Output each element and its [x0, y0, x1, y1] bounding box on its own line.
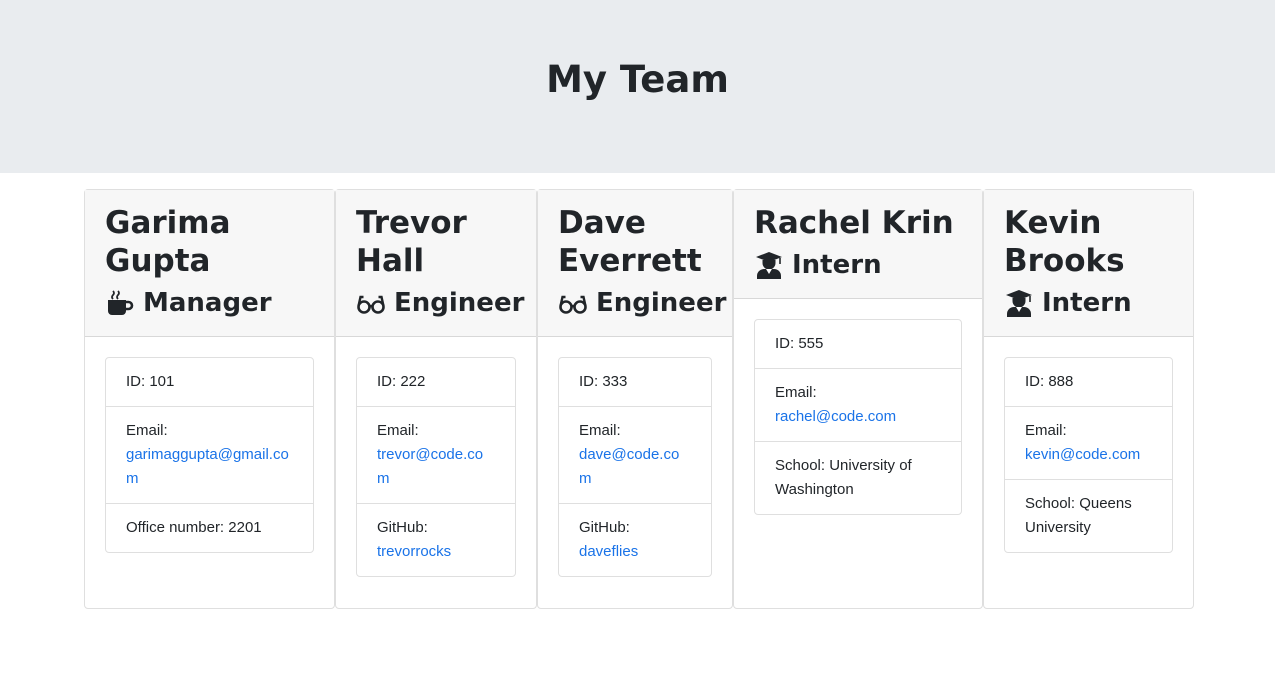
- employee-name: Rachel Krin: [754, 205, 954, 241]
- employee-name: Garima Gupta: [105, 205, 231, 279]
- employee-office-number: Office number: 2201: [126, 519, 262, 536]
- employee-github-row: GitHub: daveflies: [559, 504, 711, 576]
- email-link[interactable]: trevor@code.com: [377, 446, 483, 487]
- employee-school: School: University of Washington: [775, 457, 912, 498]
- employee-role-label: Engineer: [394, 288, 525, 318]
- employee-id: ID: 555: [755, 320, 961, 369]
- employee-details: ID: 222 Email: trevor@code.com GitHub: t…: [356, 357, 516, 577]
- employee-email-row: Email: dave@code.com: [559, 407, 711, 504]
- employee-id: ID: 333: [559, 358, 711, 407]
- card-body: ID: 888 Email: kevin@code.com School: Qu…: [984, 337, 1193, 608]
- employee-email-row: Email: garimaggupta@gmail.com: [106, 407, 313, 504]
- glasses-icon: [558, 288, 588, 318]
- graduate-icon: [754, 250, 784, 280]
- email-link[interactable]: garimaggupta@gmail.com: [126, 446, 289, 487]
- glasses-icon: [356, 288, 386, 318]
- employee-role: Intern: [1004, 286, 1173, 320]
- employee-role-label: Intern: [792, 250, 882, 280]
- employee-role: Engineer: [356, 286, 524, 320]
- employee-role: Engineer: [558, 286, 726, 320]
- employee-details: ID: 101 Email: garimaggupta@gmail.com Of…: [105, 357, 314, 553]
- employee-role: Manager: [105, 286, 314, 320]
- card-header: Dave Everrett Engineer: [538, 190, 732, 337]
- employee-role-label: Intern: [1042, 288, 1132, 318]
- card-body: ID: 222 Email: trevor@code.com GitHub: t…: [336, 337, 536, 608]
- page-header: My Team: [0, 0, 1275, 173]
- github-label: GitHub:: [377, 519, 428, 536]
- employee-name: Trevor Hall: [356, 205, 467, 279]
- employee-role-label: Manager: [143, 288, 272, 318]
- email-label: Email:: [1025, 422, 1067, 439]
- employee-card: Garima Gupta Manager ID: 101 Email: gari…: [84, 189, 335, 609]
- employee-school: School: Queens University: [1025, 495, 1132, 536]
- github-link[interactable]: trevorrocks: [377, 543, 451, 560]
- employee-email-row: Email: kevin@code.com: [1005, 407, 1172, 480]
- card-header: Rachel Krin Intern: [734, 190, 982, 299]
- card-header: Garima Gupta Manager: [85, 190, 334, 337]
- email-label: Email:: [775, 384, 817, 401]
- employee-name: Kevin Brooks: [1004, 205, 1125, 279]
- employee-name: Dave Everrett: [558, 205, 702, 279]
- employee-card: Trevor Hall Engineer ID: 222 Email: trev…: [335, 189, 537, 609]
- employee-email-row: Email: trevor@code.com: [357, 407, 515, 504]
- card-body: ID: 333 Email: dave@code.com GitHub: dav…: [538, 337, 732, 608]
- page-title: My Team: [546, 58, 729, 101]
- card-header: Kevin Brooks Intern: [984, 190, 1193, 337]
- email-label: Email:: [377, 422, 419, 439]
- employee-github-row: GitHub: trevorrocks: [357, 504, 515, 576]
- employee-details: ID: 333 Email: dave@code.com GitHub: dav…: [558, 357, 712, 577]
- employee-details: ID: 555 Email: rachel@code.com School: U…: [754, 319, 962, 515]
- employee-email-row: Email: rachel@code.com: [755, 369, 961, 442]
- email-link[interactable]: rachel@code.com: [775, 408, 896, 425]
- card-body: ID: 555 Email: rachel@code.com School: U…: [734, 299, 982, 608]
- card-header: Trevor Hall Engineer: [336, 190, 536, 337]
- github-label: GitHub:: [579, 519, 630, 536]
- employee-card: Dave Everrett Engineer ID: 333 Email: da…: [537, 189, 733, 609]
- employee-card: Rachel Krin Intern ID: 555 Email: rachel…: [733, 189, 983, 609]
- graduate-icon: [1004, 288, 1034, 318]
- github-link[interactable]: daveflies: [579, 543, 638, 560]
- email-label: Email:: [126, 422, 168, 439]
- email-label: Email:: [579, 422, 621, 439]
- card-body: ID: 101 Email: garimaggupta@gmail.com Of…: [85, 337, 334, 608]
- employee-id: ID: 101: [106, 358, 313, 407]
- team-cards: Garima Gupta Manager ID: 101 Email: gari…: [84, 189, 1194, 609]
- employee-id: ID: 222: [357, 358, 515, 407]
- email-link[interactable]: dave@code.com: [579, 446, 679, 487]
- email-link[interactable]: kevin@code.com: [1025, 446, 1140, 463]
- mug-icon: [105, 288, 135, 318]
- employee-card: Kevin Brooks Intern ID: 888 Email: kevin…: [983, 189, 1194, 609]
- employee-id: ID: 888: [1005, 358, 1172, 407]
- employee-details: ID: 888 Email: kevin@code.com School: Qu…: [1004, 357, 1173, 553]
- employee-role-label: Engineer: [596, 288, 727, 318]
- employee-role: Intern: [754, 248, 962, 282]
